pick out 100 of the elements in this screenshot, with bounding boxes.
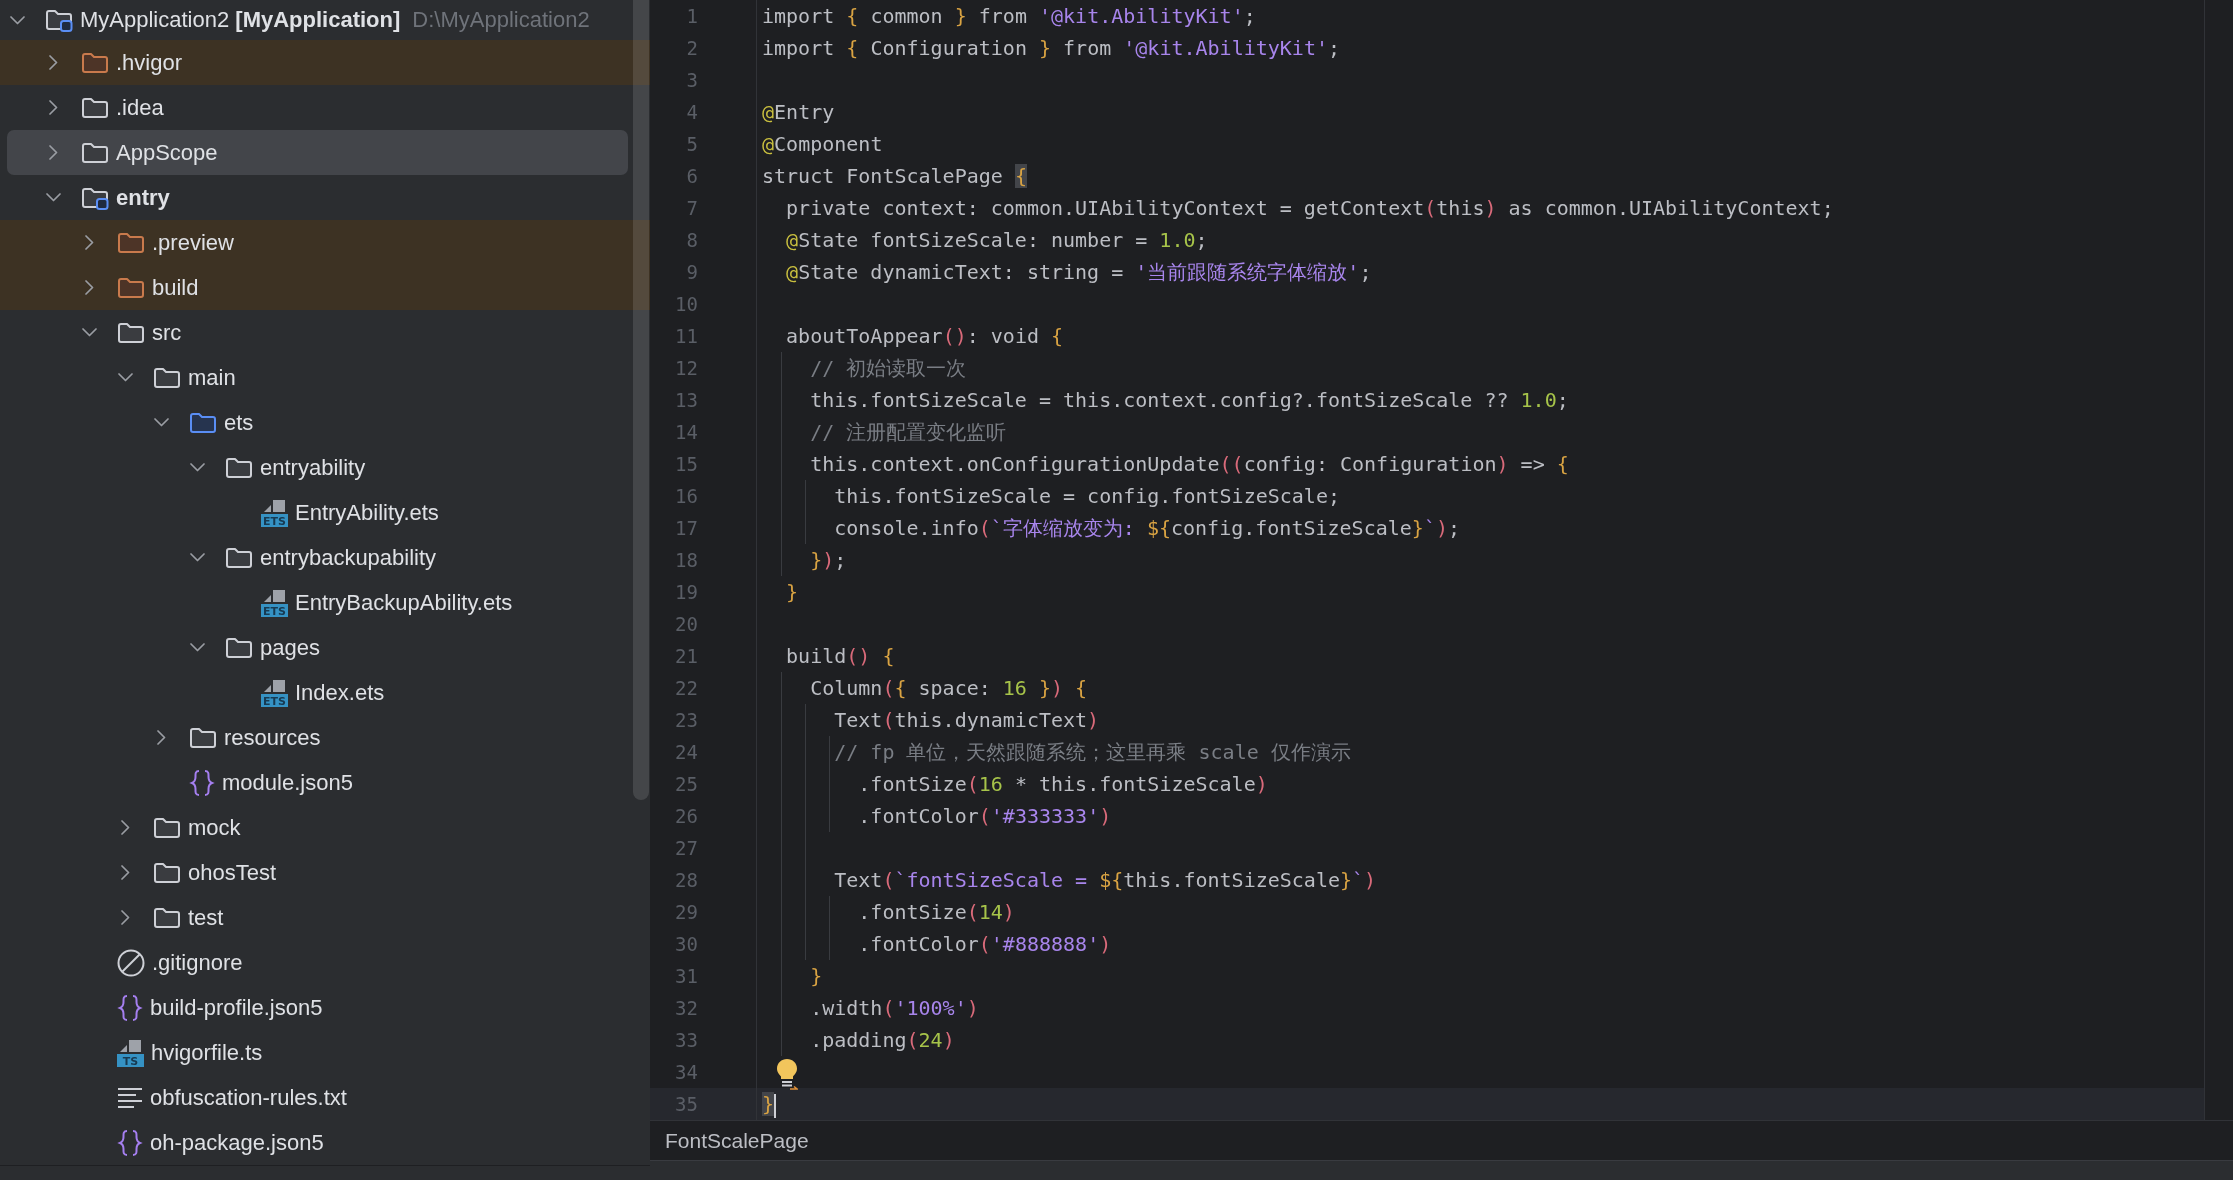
line-number: 15: [675, 453, 698, 475]
breadcrumb-item[interactable]: FontScalePage: [665, 1128, 809, 1153]
project-path: D:\MyApplication2: [412, 7, 590, 33]
folder-icon: [117, 320, 145, 345]
code-line: // 初始读取一次: [810, 356, 967, 380]
tree-item[interactable]: build-profile.json5: [0, 985, 650, 1030]
chevron-right-icon[interactable]: [121, 820, 130, 835]
line-number: 5: [686, 133, 698, 155]
line-number: 34: [675, 1061, 698, 1083]
tree-item[interactable]: src: [0, 310, 650, 355]
chevron-down-icon[interactable]: [10, 15, 25, 25]
line-number: 25: [675, 773, 698, 795]
tree-item[interactable]: AppScope: [7, 130, 628, 175]
chevron-down-icon[interactable]: [82, 328, 97, 337]
braces-icon: [189, 768, 215, 797]
code-line: }: [786, 580, 799, 604]
chevron-down-icon[interactable]: [190, 643, 205, 652]
chevron-down-icon[interactable]: [190, 553, 205, 562]
tree-item[interactable]: ETS Index.ets: [0, 670, 650, 715]
braces-icon: [117, 993, 143, 1022]
tree-item[interactable]: entry: [0, 175, 650, 220]
code-line: @Entry: [762, 100, 835, 124]
code-line: @Component: [762, 132, 883, 156]
folder-icon: [189, 725, 217, 750]
line-number: 31: [675, 965, 698, 987]
chevron-right-icon[interactable]: [85, 235, 94, 250]
tree-item[interactable]: module.json5: [0, 760, 650, 805]
braces-icon: [117, 1128, 143, 1157]
folder-icon: [225, 455, 253, 480]
line-number: 11: [675, 325, 698, 347]
line-number: 4: [686, 101, 698, 123]
chevron-right-icon[interactable]: [157, 730, 166, 745]
tree-item[interactable]: test: [0, 895, 650, 940]
code-line: this.context.onConfigurationUpdate((config: Configuration) => {: [810, 452, 1569, 476]
chevron-right-icon[interactable]: [49, 100, 58, 115]
code-line: .fontColor('#888888'): [858, 932, 1112, 956]
line-number: 13: [675, 389, 698, 411]
folder-icon: [153, 860, 181, 885]
tree-item[interactable]: ohosTest: [0, 850, 650, 895]
tree-item[interactable]: .preview: [0, 220, 650, 265]
chevron-right-icon[interactable]: [49, 55, 58, 70]
code-line: import { Configuration } from '@kit.AbilityKit';: [762, 36, 1340, 60]
code-line: .fontColor('#333333'): [858, 804, 1112, 828]
line-number: 14: [675, 421, 698, 443]
tree-item[interactable]: ETS EntryAbility.ets: [0, 490, 650, 535]
line-number: 16: [675, 485, 698, 507]
chevron-down-icon[interactable]: [154, 418, 169, 427]
tree-item[interactable]: .gitignore: [0, 940, 650, 985]
line-number: 2: [686, 37, 698, 59]
code-line: this.fontSizeScale = config.fontSizeScale;: [834, 484, 1340, 508]
tree-item[interactable]: MyApplication2 [MyApplication] D:\MyApplication2: [0, 0, 650, 40]
line-number: 10: [675, 293, 698, 315]
tree-item[interactable]: obfuscation-rules.txt: [0, 1075, 650, 1120]
chevron-right-icon[interactable]: [121, 865, 130, 880]
tree-item[interactable]: entryability: [0, 445, 650, 490]
chevron-down-icon[interactable]: [46, 193, 61, 202]
line-number: 33: [675, 1029, 698, 1051]
module-folder-icon: [81, 185, 109, 210]
code-line: Text(`fontSizeScale = ${this.fontSizeScale}`): [834, 868, 1377, 892]
line-number: 32: [675, 997, 698, 1019]
line-number: 1: [686, 5, 698, 27]
slashed-circle-icon: [117, 948, 145, 977]
code-line: }: [810, 964, 823, 988]
chevron-down-icon[interactable]: [190, 463, 205, 472]
chevron-down-icon[interactable]: [118, 373, 133, 382]
line-number: 22: [675, 677, 698, 699]
tree-item[interactable]: main: [0, 355, 650, 400]
tree-item[interactable]: ETS EntryBackupAbility.ets: [0, 580, 650, 625]
tree-item[interactable]: oh-package.json5: [0, 1120, 650, 1165]
code-line: Column({ space: 16 }) {: [810, 676, 1088, 700]
folder-icon: [153, 905, 181, 930]
chevron-right-icon[interactable]: [121, 910, 130, 925]
line-number: 8: [686, 229, 698, 251]
code-line: @State fontSizeScale: number = 1.0;: [786, 228, 1208, 252]
tree-item[interactable]: pages: [0, 625, 650, 670]
code-line: import { common } from '@kit.AbilityKit';: [762, 4, 1256, 28]
chevron-right-icon[interactable]: [85, 280, 94, 295]
tree-item[interactable]: entrybackupability: [0, 535, 650, 580]
folder-icon: [81, 50, 109, 75]
line-number: 35: [675, 1093, 698, 1115]
lightbulb-icon[interactable]: [776, 1057, 798, 1090]
code-line: build() {: [786, 644, 895, 668]
tree-item[interactable]: .hvigor: [0, 40, 650, 85]
module-folder-icon: [45, 8, 73, 32]
code-line: .fontSize(16 * this.fontSizeScale): [858, 772, 1268, 796]
tree-item[interactable]: mock: [0, 805, 650, 850]
tree-item[interactable]: ets: [0, 400, 650, 445]
tree-item[interactable]: TS hvigorfile.ts: [0, 1030, 650, 1075]
line-number: 30: [675, 933, 698, 955]
scrollbar-thumb[interactable]: [633, 0, 649, 800]
code-line: @State dynamicText: string = '当前跟随系统字体缩放';: [786, 260, 1372, 284]
tree-item[interactable]: build: [0, 265, 650, 310]
tree-item[interactable]: resources: [0, 715, 650, 760]
line-number: 20: [675, 613, 698, 635]
folder-icon: [153, 365, 181, 390]
chevron-right-icon[interactable]: [49, 145, 58, 160]
line-number: 23: [675, 709, 698, 731]
folder-icon: [153, 815, 181, 840]
code-line: .fontSize(14): [858, 900, 1015, 924]
tree-item[interactable]: .idea: [0, 85, 650, 130]
